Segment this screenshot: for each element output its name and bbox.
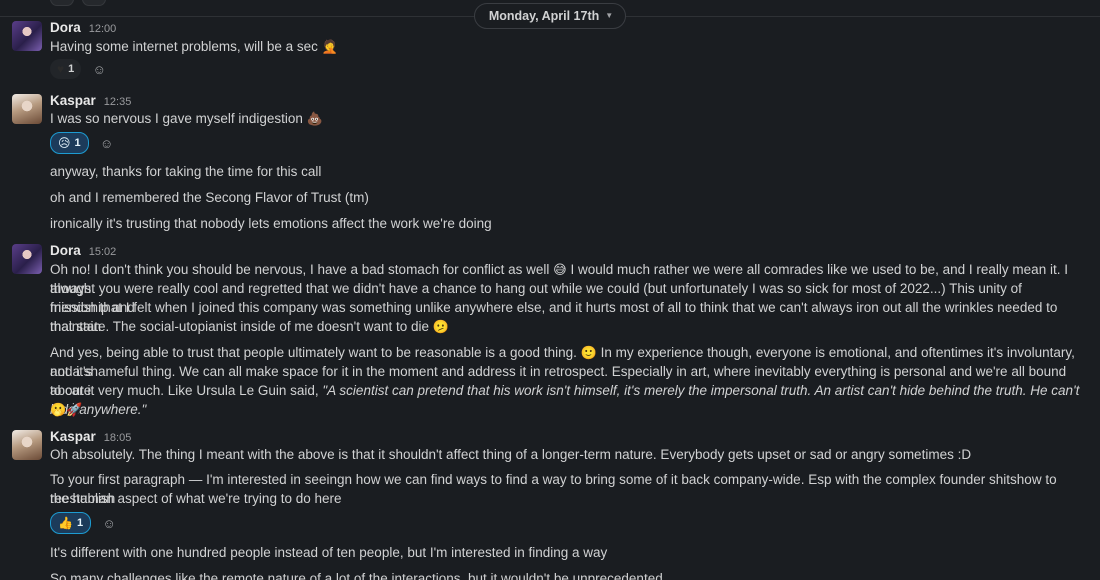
author-name[interactable]: Kaspar [50,93,96,108]
message-text: Having some internet problems, will be a… [50,37,1080,56]
date-label: Monday, April 17th [488,9,600,23]
timestamp[interactable]: 18:05 [104,432,132,444]
add-reaction-icon: ☺ [100,135,114,151]
author-name[interactable]: Kaspar [50,429,96,444]
timestamp[interactable]: 12:35 [104,96,132,108]
grinning-sweat-icon: 😅 [553,262,567,277]
reaction-count: 1 [68,63,75,75]
message-text: the human aspect of what we're trying to… [50,491,342,506]
message-line: Oh no! I don't think you should be nervo… [50,262,550,277]
cut-add-reaction[interactable] [82,0,106,6]
thumbs-up-icon: 👍 [58,516,73,530]
message-line: And yes, being able to trust that people… [50,345,577,360]
avatar[interactable] [12,430,42,460]
avatar[interactable] [12,244,42,274]
avatar[interactable] [12,21,42,51]
message-text: anyway, thanks for taking the time for t… [50,164,322,179]
add-reaction-icon: ☺ [102,515,116,531]
add-reaction-button[interactable]: ☺ [87,59,111,79]
poop-icon: 💩 [306,111,323,126]
message-text: Oh absolutely. The thing I meant with th… [50,447,972,462]
chevron-down-icon: ▼ [605,11,614,20]
disappointed-relieved-face-icon: 😥 [58,136,71,150]
slightly-frowning-icon: 🫤 [432,319,450,334]
add-reaction-icon: ☺ [92,61,106,77]
reaction-disappointed-relieved[interactable]: 😥 1 [50,132,89,154]
avatar[interactable] [12,94,42,124]
message-text: oh and I remembered the Secong Flavor of… [50,190,369,205]
reaction-count: 1 [76,517,84,529]
shushing-face-icon: 🫢 [50,402,67,417]
reactions-bar: 😥 1 ☺ [50,132,119,154]
previous-reactions-cut [50,0,106,6]
author-name[interactable]: Dora [50,243,81,258]
reaction-thumbs-up[interactable]: 👍 1 [50,512,92,534]
reactions-bar: ♥ 1 ☺ [50,59,111,79]
timestamp[interactable]: 12:00 [89,23,117,35]
message-list: Monday, April 17th ▼ Dora 12:00 Having s… [0,0,1100,580]
reaction-count: 1 [74,137,81,149]
author-name[interactable]: Dora [50,20,81,35]
message-line: Having some internet problems, will be a… [50,39,318,54]
rocket-icon: 🚀 [66,402,83,417]
reactions-bar: 👍 1 ☺ [50,512,121,534]
message-text: I was so nervous I gave myself indigesti… [50,109,1080,128]
timestamp[interactable]: 15:02 [89,246,117,258]
message-text: So many challenges like the remote natur… [50,571,663,580]
message-line: that state. The social-utopianist inside… [50,319,430,334]
add-reaction-button[interactable]: ☺ [97,513,121,533]
message-text: 🫢🚀 [50,400,1080,419]
message-text: that state. The social-utopianist inside… [50,317,1080,336]
black-heart-icon: ♥ [57,62,65,76]
slightly-smiling-icon: 🙂 [580,345,597,360]
message-line: I was so nervous I gave myself indigesti… [50,111,303,126]
date-jump-button[interactable]: Monday, April 17th ▼ [473,3,627,29]
add-reaction-button[interactable]: ☺ [95,133,119,153]
message-line: about it very much. Like Ursula Le Guin … [50,383,323,398]
woman-facepalming-icon: 🤦 [321,39,338,54]
message-text: ironically it's trusting that nobody let… [50,216,492,231]
cut-reaction-pill[interactable] [50,0,74,6]
date-divider: Monday, April 17th ▼ [0,3,1100,29]
message-text: It's different with one hundred people i… [50,545,608,560]
reaction-black-heart[interactable]: ♥ 1 [50,59,82,79]
